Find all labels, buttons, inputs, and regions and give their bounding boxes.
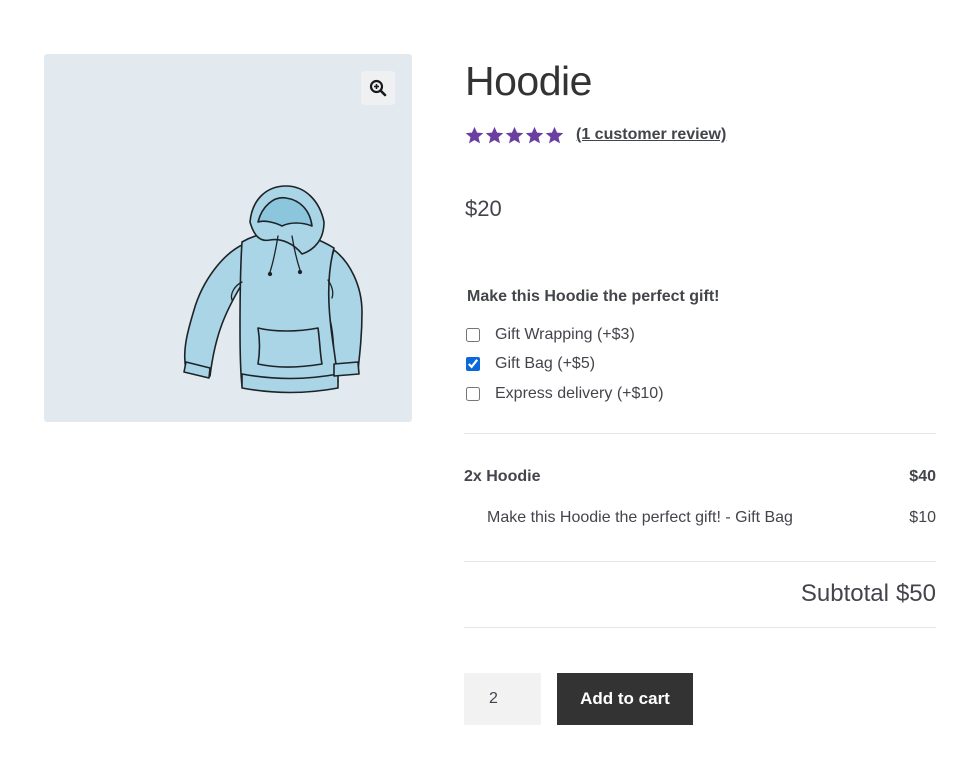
summary-addon-label: Make this Hoodie the perfect gift! - Gif… bbox=[487, 509, 793, 526]
product-rating: (1 customer review) bbox=[465, 126, 726, 144]
gift-bag-checkbox[interactable] bbox=[466, 357, 480, 371]
gift-wrapping-checkbox[interactable] bbox=[466, 328, 480, 342]
addon-option-label: Express delivery (+$10) bbox=[495, 385, 664, 402]
summary-item-amount: $40 bbox=[909, 468, 936, 485]
customer-review-link[interactable]: (1 customer review) bbox=[576, 126, 726, 144]
add-to-cart-button[interactable]: Add to cart bbox=[557, 673, 693, 725]
product-title: Hoodie bbox=[465, 58, 592, 104]
summary-main-item: 2x Hoodie $40 bbox=[464, 468, 936, 486]
subtotal-label: Subtotal bbox=[800, 580, 889, 607]
summary-item-label: 2x Hoodie bbox=[464, 468, 541, 485]
addon-option-express-delivery[interactable]: Express delivery (+$10) bbox=[466, 385, 664, 403]
addon-option-gift-wrapping[interactable]: Gift Wrapping (+$3) bbox=[466, 326, 635, 344]
summary-addon-item: Make this Hoodie the perfect gift! - Gif… bbox=[487, 509, 936, 527]
addon-option-label: Gift Wrapping (+$3) bbox=[495, 326, 635, 343]
star-icon bbox=[525, 126, 544, 144]
divider bbox=[464, 433, 936, 434]
addon-heading: Make this Hoodie the perfect gift! bbox=[467, 288, 720, 305]
product-price: $20 bbox=[465, 196, 502, 221]
product-image-gallery[interactable] bbox=[44, 54, 412, 422]
star-icon bbox=[465, 126, 484, 144]
quantity-input[interactable] bbox=[464, 673, 541, 725]
zoom-in-icon bbox=[369, 79, 387, 97]
subtotal-value: $50 bbox=[895, 580, 936, 607]
divider bbox=[464, 561, 936, 562]
divider bbox=[464, 627, 936, 628]
star-icon bbox=[545, 126, 564, 144]
addon-option-label: Gift Bag (+$5) bbox=[495, 355, 596, 372]
addon-option-gift-bag[interactable]: Gift Bag (+$5) bbox=[466, 355, 595, 373]
star-rating bbox=[465, 126, 564, 144]
star-icon bbox=[485, 126, 504, 144]
zoom-button[interactable] bbox=[361, 71, 395, 105]
subtotal: Subtotal $50 bbox=[801, 580, 936, 608]
hoodie-image bbox=[183, 185, 363, 394]
express-delivery-checkbox[interactable] bbox=[466, 387, 480, 401]
star-icon bbox=[505, 126, 524, 144]
summary-addon-amount: $10 bbox=[909, 509, 936, 526]
